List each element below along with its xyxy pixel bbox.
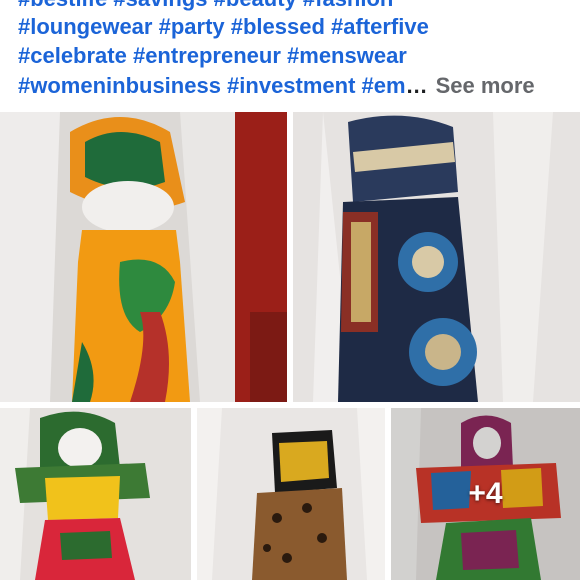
photo-grid: +4	[0, 112, 580, 580]
more-photos-overlay[interactable]: +4	[391, 408, 580, 580]
photo-leopard-outfit[interactable]	[197, 408, 385, 580]
more-photos-count: +4	[468, 477, 503, 510]
caption-line: #loungewear #party #blessed #afterfive	[18, 14, 429, 39]
photo-image	[0, 112, 287, 402]
photo-image	[0, 408, 191, 580]
photo-image	[293, 112, 580, 402]
photo-multicolor-outfit[interactable]: +4	[391, 408, 580, 580]
photo-image	[197, 408, 385, 580]
post-caption: #bestlife #savings #beauty #fashion #lou…	[0, 0, 580, 112]
caption-line: #celebrate #entrepreneur #menswear	[18, 43, 407, 68]
caption-ellipsis: …	[405, 73, 428, 98]
see-more-link[interactable]: See more	[436, 73, 535, 98]
photo-patterned-outfit[interactable]	[293, 112, 580, 402]
caption-line: #bestlife #savings #beauty #fashion	[18, 0, 393, 12]
photo-orange-dress[interactable]	[0, 112, 287, 402]
caption-line: #womeninbusiness #investment #em… See mor…	[18, 73, 535, 99]
photo-green-dress[interactable]	[0, 408, 191, 580]
caption-hashtags[interactable]: #womeninbusiness #investment #em	[18, 73, 406, 98]
